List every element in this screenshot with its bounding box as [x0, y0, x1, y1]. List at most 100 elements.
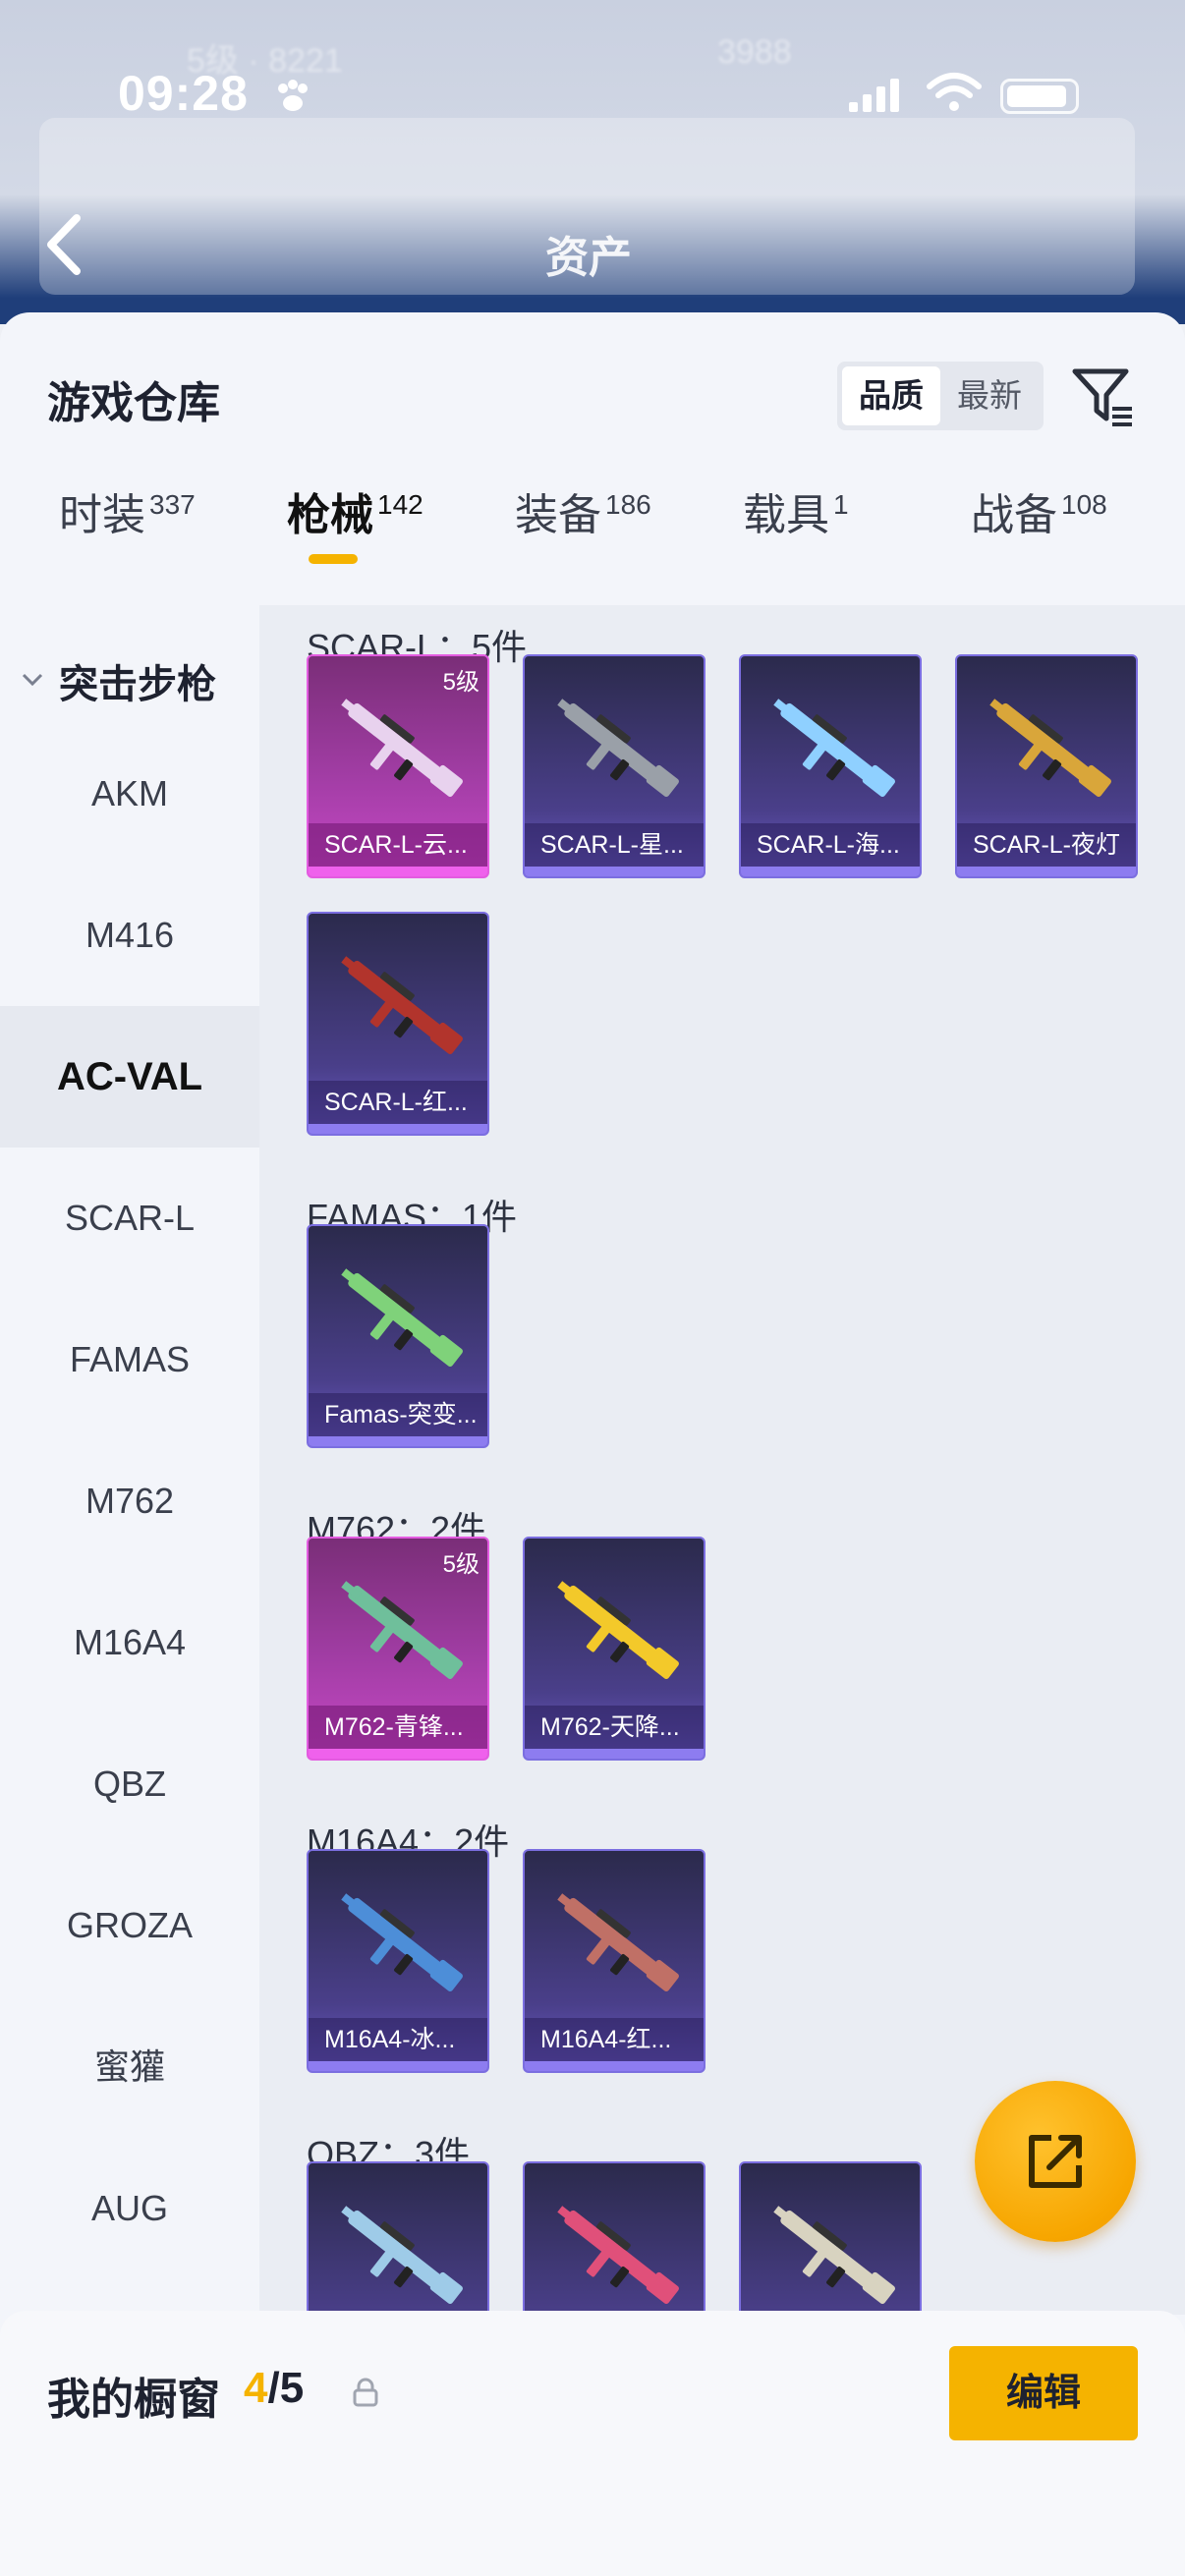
tab-count: 142 [377, 489, 423, 520]
sort-newest-button[interactable]: 最新 [940, 366, 1039, 425]
tab-label: 战备 [971, 491, 1057, 539]
skin-card[interactable]: M762-天降... [523, 1537, 705, 1761]
rifle-icon [557, 699, 679, 798]
lock-icon [353, 2378, 378, 2407]
sidebar-item-scar-l[interactable]: SCAR-L [0, 1148, 259, 1289]
tab-count: 337 [149, 489, 196, 520]
sort-quality-button[interactable]: 品质 [842, 366, 940, 425]
rifle-icon [341, 699, 463, 798]
rifle-icon [557, 1893, 679, 1992]
showcase-total: /5 [267, 2364, 305, 2412]
status-time: 09:28 [118, 66, 249, 121]
rifle-icon [341, 956, 463, 1055]
sort-toggle: 品质 最新 [837, 362, 1044, 430]
edit-button[interactable]: 编辑 [949, 2346, 1138, 2440]
sidebar-item-famas[interactable]: FAMAS [0, 1289, 259, 1430]
skin-name: M762-天降... [525, 1706, 704, 1749]
tab-vehicles[interactable]: 载具 1 [743, 479, 849, 597]
warehouse-title: 游戏仓库 [47, 379, 220, 427]
skin-name: M16A4-冰... [309, 2018, 487, 2061]
skin-card[interactable] [523, 2161, 705, 2315]
skin-card[interactable]: SCAR-L-星... [523, 654, 705, 878]
skin-name: M16A4-红... [525, 2018, 704, 2061]
skin-name: M762-青锋... [309, 1706, 487, 1749]
rifle-icon [773, 2206, 895, 2305]
skin-card[interactable]: Famas-突变... [307, 1224, 489, 1448]
skin-card[interactable]: SCAR-L-海... [739, 654, 922, 878]
tab-label: 装备 [515, 491, 601, 539]
sidebar-item-ac-val[interactable]: AC-VAL [0, 1006, 259, 1148]
rifle-icon [341, 1268, 463, 1368]
skin-card[interactable]: SCAR-L-红... [307, 912, 489, 1136]
showcase-current: 4 [244, 2364, 268, 2412]
rifle-icon [557, 2206, 679, 2305]
top-background: 5级 · 8221 3988 09:28 资产 [0, 0, 1185, 324]
share-icon [1029, 2135, 1082, 2188]
status-bar: 09:28 [0, 59, 1185, 138]
skin-card[interactable] [739, 2161, 922, 2315]
category-tabs: 时装 337 枪械 142 装备 186 载具 1 战备 108 [0, 479, 1185, 597]
quality-bar [525, 2061, 704, 2071]
showcase-title: 我的橱窗 [47, 2376, 220, 2424]
tab-label: 载具 [743, 491, 829, 539]
skin-level-badge: 5级 [442, 669, 480, 696]
weapon-type-sidebar: 突击步枪 AKM M416 AC-VAL SCAR-L FAMAS M762 M… [0, 605, 259, 2576]
tab-count: 186 [605, 489, 651, 520]
quality-bar [309, 1436, 487, 1446]
sidebar-item-qbz[interactable]: QBZ [0, 1713, 259, 1855]
quality-bar [309, 1124, 487, 1134]
skin-name: SCAR-L-红... [309, 1081, 487, 1124]
skin-name: Famas-突变... [309, 1393, 487, 1436]
chevron-down-icon [22, 673, 43, 687]
sidebar-item-aug[interactable]: AUG [0, 2138, 259, 2279]
quality-bar [309, 867, 487, 876]
paw-icon [278, 80, 308, 111]
page-title: 资产 [545, 234, 632, 282]
sidebar-item-m16a4[interactable]: M16A4 [0, 1572, 259, 1713]
quality-bar [741, 867, 920, 876]
tab-label: 枪械 [287, 491, 373, 539]
skin-card[interactable]: 5级 M762-青锋... [307, 1537, 489, 1761]
tab-equipment[interactable]: 装备 186 [515, 479, 651, 597]
quality-bar [525, 1749, 704, 1759]
rifle-icon [557, 1581, 679, 1680]
skin-name: SCAR-L-星... [525, 823, 704, 867]
sidebar-item-m762[interactable]: M762 [0, 1430, 259, 1572]
rifle-icon [341, 1581, 463, 1680]
rifle-icon [989, 699, 1111, 798]
skin-name: SCAR-L-海... [741, 823, 920, 867]
skin-name: SCAR-L-云... [309, 823, 487, 867]
rifle-icon [773, 699, 895, 798]
rifle-icon [341, 1893, 463, 1992]
skin-card[interactable]: SCAR-L-夜灯 [955, 654, 1138, 878]
sidebar-item-groza[interactable]: GROZA [0, 1855, 259, 1996]
active-tab-indicator [309, 554, 358, 564]
wifi-icon [927, 73, 982, 111]
tab-fashion[interactable]: 时装 337 [59, 479, 196, 597]
quality-bar [525, 867, 704, 876]
sidebar-item-m416[interactable]: M416 [0, 865, 259, 1006]
warehouse-header: 游戏仓库 品质 最新 [0, 312, 1185, 460]
skin-card[interactable] [307, 2161, 489, 2315]
cellular-signal-icon [849, 79, 899, 112]
tab-count: 1 [833, 489, 849, 520]
skin-card[interactable]: 5级 SCAR-L-云... [307, 654, 489, 878]
skin-name: SCAR-L-夜灯 [957, 823, 1136, 867]
rifle-icon [341, 2206, 463, 2305]
showcase-bar: 我的橱窗 4/5 编辑 [0, 2311, 1185, 2576]
quality-bar [957, 867, 1136, 876]
warehouse-sheet: 游戏仓库 品质 最新 时装 337 枪械 142 装备 186 载具 1 战备 108 [0, 312, 1185, 2576]
share-button[interactable] [975, 2081, 1136, 2242]
tab-label: 时装 [59, 491, 145, 539]
skin-level-badge: 5级 [442, 1551, 480, 1578]
tab-guns[interactable]: 枪械 142 [287, 479, 423, 597]
skin-card[interactable]: M16A4-冰... [307, 1849, 489, 2073]
tab-battle-gear[interactable]: 战备 108 [971, 479, 1107, 597]
quality-bar [309, 2061, 487, 2071]
quality-bar [309, 1749, 487, 1759]
sidebar-item-akm[interactable]: AKM [0, 723, 259, 865]
skin-card[interactable]: M16A4-红... [523, 1849, 705, 2073]
sidebar-item-honey-badger[interactable]: 蜜獾 [0, 1996, 259, 2138]
filter-icon[interactable] [1069, 362, 1138, 430]
chevron-left-icon[interactable] [39, 210, 88, 279]
